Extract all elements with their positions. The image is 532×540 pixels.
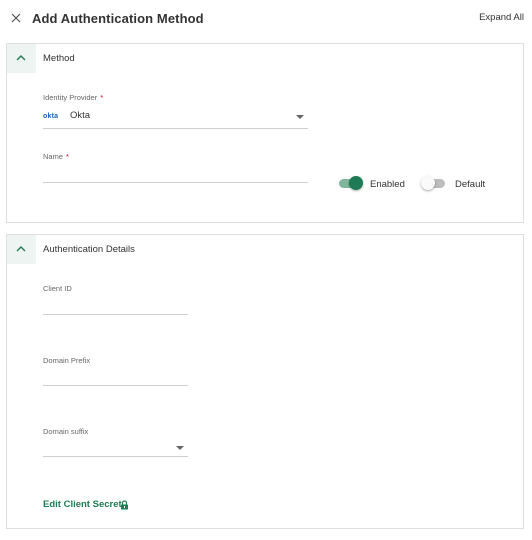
client-id-underline (43, 314, 188, 315)
required-marker: * (100, 93, 104, 102)
domain-suffix-select[interactable] (43, 440, 188, 456)
enabled-label: Enabled (370, 179, 405, 190)
expand-all-button[interactable]: Expand All (479, 12, 524, 23)
domain-suffix-label: Domain suffix (43, 427, 89, 436)
name-field-underline (43, 182, 308, 183)
client-id-input[interactable] (43, 297, 188, 313)
domain-suffix-underline (43, 456, 188, 457)
identity-provider-select[interactable] (43, 128, 308, 129)
collapse-auth-details-button[interactable] (7, 235, 36, 264)
auth-details-panel: Authentication Details Client ID Domain … (6, 234, 524, 529)
dialog-header: Add Authentication Method Expand All (0, 0, 532, 38)
page-title: Add Authentication Method (32, 11, 204, 26)
name-input[interactable] (43, 166, 308, 182)
required-marker: * (66, 152, 69, 161)
chevron-up-icon (16, 55, 26, 61)
name-label: Name * (43, 152, 69, 161)
auth-details-panel-title: Authentication Details (43, 244, 135, 255)
client-id-label: Client ID (43, 284, 72, 293)
collapse-method-button[interactable] (7, 44, 36, 73)
method-panel: Method Identity Provider * okta Okta Name… (6, 43, 524, 223)
identity-provider-label: Identity Provider * (43, 93, 104, 102)
chevron-up-icon (16, 246, 26, 252)
default-toggle[interactable] (421, 176, 447, 190)
edit-client-secret-link[interactable]: Edit Client Secret (43, 499, 122, 510)
caret-down-icon[interactable] (296, 115, 304, 119)
lock-icon[interactable] (120, 500, 129, 510)
okta-logo: okta (43, 113, 59, 120)
close-icon[interactable] (9, 11, 23, 25)
domain-prefix-label: Domain Prefix (43, 356, 91, 365)
domain-prefix-underline (43, 385, 188, 386)
domain-prefix-input[interactable] (43, 369, 188, 385)
identity-provider-value[interactable]: Okta (70, 110, 90, 121)
method-panel-title: Method (43, 53, 75, 64)
default-label: Default (455, 179, 486, 190)
caret-down-icon[interactable] (176, 446, 184, 450)
enabled-toggle[interactable] (337, 176, 363, 190)
